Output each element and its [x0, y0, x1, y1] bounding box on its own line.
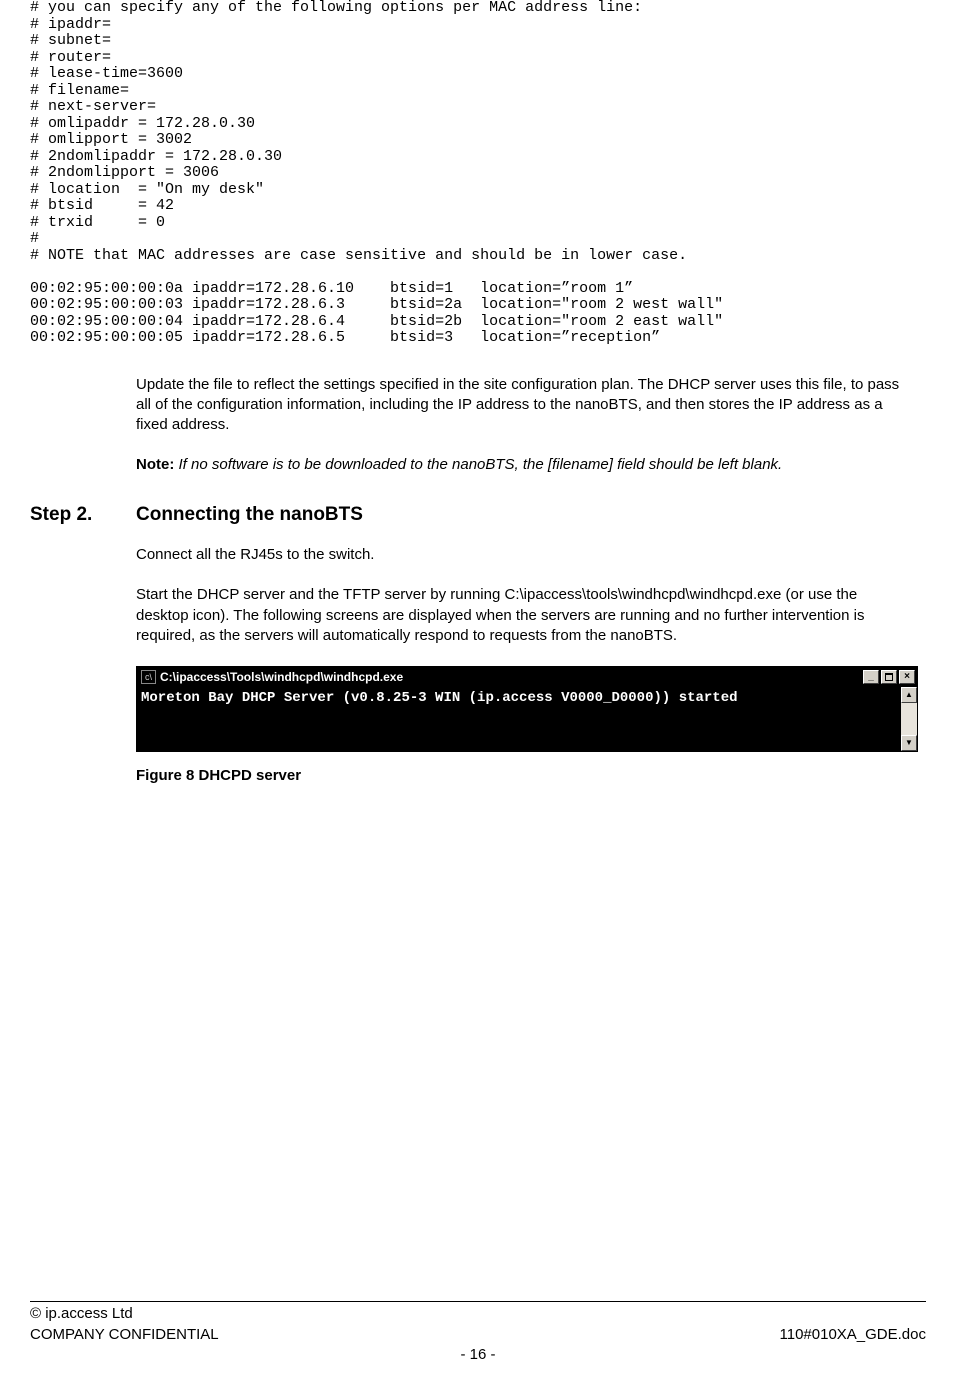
note-body: If no software is to be downloaded to th…	[174, 456, 782, 473]
close-icon[interactable]: ×	[899, 670, 915, 684]
vertical-scrollbar[interactable]: ▲ ▼	[901, 687, 917, 751]
paragraph-start: Start the DHCP server and the TFTP serve…	[136, 585, 906, 646]
scroll-down-icon[interactable]: ▼	[901, 735, 917, 751]
paragraph-update: Update the file to reflect the settings …	[136, 375, 906, 436]
maximize-icon[interactable]	[881, 670, 897, 684]
minimize-icon[interactable]: _	[863, 670, 879, 684]
footer-page-number: - 16 -	[30, 1345, 926, 1365]
console-output: Moreton Bay DHCP Server (v0.8.25-3 WIN (…	[137, 687, 901, 751]
footer-confidential: COMPANY CONFIDENTIAL	[30, 1325, 219, 1345]
scroll-track[interactable]	[901, 703, 917, 735]
step-title: Connecting the nanoBTS	[136, 502, 363, 528]
paragraph-note: Note: If no software is to be downloaded…	[136, 455, 906, 475]
footer-copyright: © ip.access Ltd	[30, 1304, 133, 1324]
footer-docref: 110#010XA_GDE.doc	[780, 1325, 927, 1345]
scroll-up-icon[interactable]: ▲	[901, 687, 917, 703]
dhcpd-screenshot: c\ C:\ipaccess\Tools\windhcpd\windhcpd.e…	[136, 666, 918, 752]
page-footer: © ip.access Ltd COMPANY CONFIDENTIAL 110…	[30, 1301, 926, 1365]
window-titlebar: c\ C:\ipaccess\Tools\windhcpd\windhcpd.e…	[137, 667, 917, 687]
config-code-block: # you can specify any of the following o…	[30, 0, 926, 347]
window-title: C:\ipaccess\Tools\windhcpd\windhcpd.exe	[160, 669, 861, 685]
footer-rule	[30, 1301, 926, 1302]
step-number: Step 2.	[30, 502, 136, 528]
paragraph-connect: Connect all the RJ45s to the switch.	[136, 545, 906, 565]
step2-heading: Step 2. Connecting the nanoBTS	[30, 502, 926, 528]
note-label: Note:	[136, 456, 174, 473]
app-icon: c\	[141, 670, 156, 684]
console-area: Moreton Bay DHCP Server (v0.8.25-3 WIN (…	[137, 687, 917, 751]
window-buttons: _ ×	[861, 670, 917, 684]
figure-caption: Figure 8 DHCPD server	[136, 766, 926, 786]
